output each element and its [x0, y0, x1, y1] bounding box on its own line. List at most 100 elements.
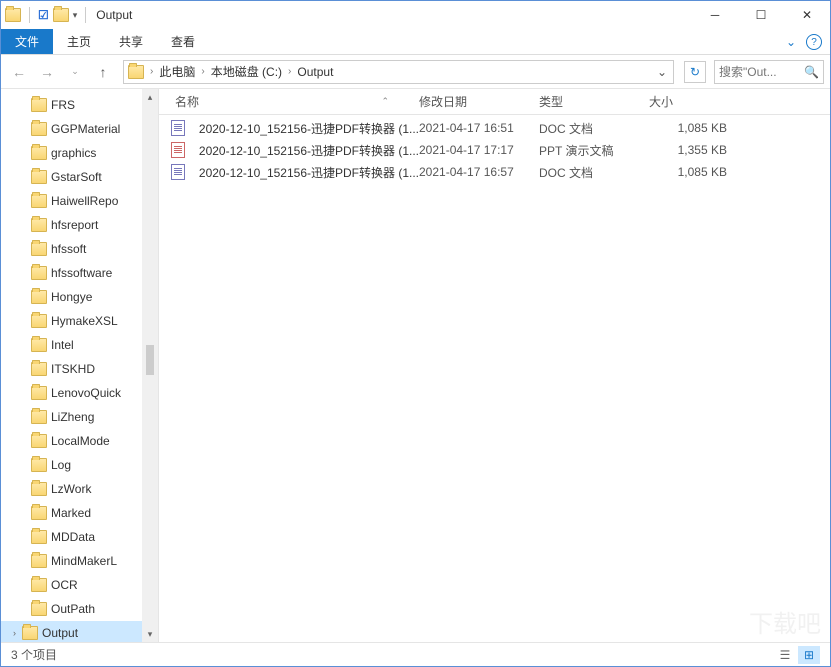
- folder-icon: [31, 338, 47, 352]
- sidebar-item-mindmakerl[interactable]: MindMakerL: [1, 549, 158, 573]
- sidebar-item-hfsreport[interactable]: hfsreport: [1, 213, 158, 237]
- tab-home[interactable]: 主页: [53, 29, 105, 54]
- file-date: 2021-04-17 17:17: [419, 143, 539, 157]
- file-type: DOC 文档: [539, 120, 649, 137]
- titlebar: ☑ ▾ Output ─ ☐ ✕: [1, 1, 830, 29]
- chevron-right-icon[interactable]: ›: [286, 66, 293, 77]
- column-headers: 名称⌃ 修改日期 类型 大小: [159, 89, 830, 115]
- forward-button[interactable]: →: [35, 60, 59, 84]
- sidebar-item-label: Output: [42, 626, 78, 640]
- sidebar-item-label: LiZheng: [51, 410, 94, 424]
- sidebar-item-lizheng[interactable]: LiZheng: [1, 405, 158, 429]
- scroll-down-icon[interactable]: ▾: [142, 626, 158, 642]
- file-type: PPT 演示文稿: [539, 142, 649, 159]
- file-row[interactable]: 2020-12-10_152156-迅捷PDF转换器 (1...2021-04-…: [159, 139, 830, 161]
- history-dropdown-icon[interactable]: ⌄: [63, 60, 87, 84]
- sidebar-item-label: Marked: [51, 506, 91, 520]
- sidebar-item-lzwork[interactable]: LzWork: [1, 477, 158, 501]
- maximize-button[interactable]: ☐: [738, 1, 784, 29]
- folder-icon: [31, 506, 47, 520]
- address-bar[interactable]: › 此电脑 › 本地磁盘 (C:) › Output ⌄: [123, 60, 674, 84]
- folder-icon: [31, 266, 47, 280]
- sidebar-item-label: MDData: [51, 530, 95, 544]
- folder-icon: [31, 386, 47, 400]
- sidebar-item-label: GGPMaterial: [51, 122, 120, 136]
- sidebar-item-hfssoft[interactable]: hfssoft: [1, 237, 158, 261]
- minimize-button[interactable]: ─: [692, 1, 738, 29]
- status-text: 3 个项目: [11, 646, 57, 663]
- sidebar-item-intel[interactable]: Intel: [1, 333, 158, 357]
- file-row[interactable]: 2020-12-10_152156-迅捷PDF转换器 (1...2021-04-…: [159, 117, 830, 139]
- folder-icon: [31, 602, 47, 616]
- sidebar-item-frs[interactable]: FRS: [1, 93, 158, 117]
- file-size: 1,085 KB: [649, 121, 739, 135]
- sidebar-item-label: HymakeXSL: [51, 314, 118, 328]
- folder-icon[interactable]: [53, 8, 69, 22]
- view-details-button[interactable]: ☰: [774, 646, 796, 664]
- column-header-date[interactable]: 修改日期: [419, 93, 539, 110]
- separator: [29, 7, 30, 23]
- folder-icon: [31, 122, 47, 136]
- sidebar-item-label: HaiwellRepo: [51, 194, 118, 208]
- sidebar-item-label: hfsreport: [51, 218, 98, 232]
- ribbon-expand-icon[interactable]: ⌄: [776, 29, 806, 54]
- back-button[interactable]: ←: [7, 60, 31, 84]
- sidebar-item-label: LenovoQuick: [51, 386, 121, 400]
- scroll-up-icon[interactable]: ▴: [142, 89, 158, 105]
- scroll-thumb[interactable]: [146, 345, 154, 375]
- navigation-tree[interactable]: FRS GGPMaterial graphicsGstarSoft HaiwellRe…: [1, 89, 159, 642]
- file-size: 1,085 KB: [649, 165, 739, 179]
- search-box[interactable]: 🔍: [714, 60, 824, 84]
- sidebar-item-marked[interactable]: Marked: [1, 501, 158, 525]
- folder-icon: [31, 554, 47, 568]
- folder-icon: [22, 626, 38, 640]
- column-header-name[interactable]: 名称⌃: [159, 93, 419, 110]
- sidebar-item-haiwellrepo[interactable]: HaiwellRepo: [1, 189, 158, 213]
- tab-file[interactable]: 文件: [1, 29, 53, 54]
- sidebar-item-label: Log: [51, 458, 71, 472]
- file-row[interactable]: 2020-12-10_152156-迅捷PDF转换器 (1...2021-04-…: [159, 161, 830, 183]
- chevron-right-icon[interactable]: ›: [199, 66, 206, 77]
- view-icons-button[interactable]: ⊞: [798, 646, 820, 664]
- sidebar-item-lenovoquick[interactable]: LenovoQuick: [1, 381, 158, 405]
- tab-view[interactable]: 查看: [157, 29, 209, 54]
- up-button[interactable]: ↑: [91, 60, 115, 84]
- close-button[interactable]: ✕: [784, 1, 830, 29]
- search-input[interactable]: [719, 65, 789, 79]
- address-dropdown-icon[interactable]: ⌄: [653, 65, 671, 79]
- help-icon[interactable]: ?: [806, 34, 822, 50]
- column-header-size[interactable]: 大小: [649, 93, 739, 110]
- file-name: 2020-12-10_152156-迅捷PDF转换器 (1...: [199, 142, 419, 159]
- sidebar-item-hongye[interactable]: Hongye: [1, 285, 158, 309]
- breadcrumb[interactable]: 本地磁盘 (C:): [207, 63, 286, 80]
- sidebar-item-graphics[interactable]: graphics: [1, 141, 158, 165]
- folder-icon: [31, 434, 47, 448]
- sidebar-item-mddata[interactable]: MDData: [1, 525, 158, 549]
- doc-file-icon: [171, 120, 185, 136]
- sidebar-item-label: LocalMode: [51, 434, 110, 448]
- qat-checkbox-icon[interactable]: ☑: [38, 8, 49, 22]
- file-list[interactable]: 2020-12-10_152156-迅捷PDF转换器 (1...2021-04-…: [159, 115, 830, 642]
- refresh-button[interactable]: ↻: [684, 61, 706, 83]
- column-header-type[interactable]: 类型: [539, 93, 649, 110]
- sidebar-item-log[interactable]: Log: [1, 453, 158, 477]
- sidebar-item-hymakexsl[interactable]: HymakeXSL: [1, 309, 158, 333]
- sidebar-item-hfssoftware[interactable]: hfssoftware: [1, 261, 158, 285]
- chevron-right-icon[interactable]: ›: [148, 66, 155, 77]
- sidebar-item-localmode[interactable]: LocalMode: [1, 429, 158, 453]
- sidebar-item-itskhd[interactable]: ITSKHD: [1, 357, 158, 381]
- sidebar-item-output[interactable]: ›Output: [1, 621, 158, 642]
- breadcrumb[interactable]: 此电脑: [155, 63, 199, 80]
- tab-share[interactable]: 共享: [105, 29, 157, 54]
- folder-icon: [31, 98, 47, 112]
- scrollbar[interactable]: ▴ ▾: [142, 89, 158, 642]
- sidebar-item-outpath[interactable]: OutPath: [1, 597, 158, 621]
- search-icon[interactable]: 🔍: [804, 65, 819, 79]
- sidebar-item-gstarsoft[interactable]: GstarSoft: [1, 165, 158, 189]
- file-name: 2020-12-10_152156-迅捷PDF转换器 (1...: [199, 164, 419, 181]
- file-name: 2020-12-10_152156-迅捷PDF转换器 (1...: [199, 120, 419, 137]
- sidebar-item-ocr[interactable]: OCR: [1, 573, 158, 597]
- breadcrumb[interactable]: Output: [293, 65, 337, 79]
- qat-customize-icon[interactable]: ▾: [73, 10, 78, 21]
- sidebar-item-ggpmaterial[interactable]: GGPMaterial: [1, 117, 158, 141]
